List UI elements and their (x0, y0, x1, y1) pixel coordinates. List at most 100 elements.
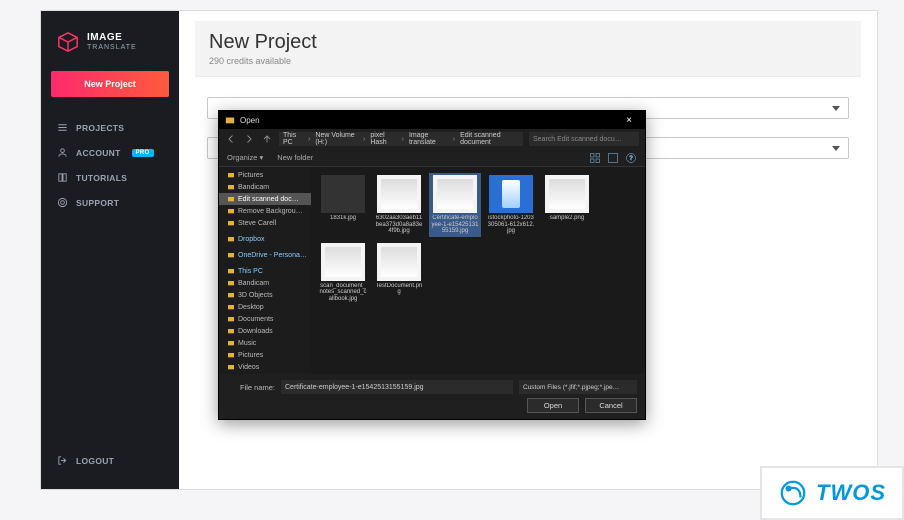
nav-up-button[interactable] (261, 133, 273, 145)
dialog-titlebar: Open × (219, 111, 645, 129)
file-thumbnail (321, 175, 365, 213)
nav-item-account[interactable]: ACCOUNT PRO (41, 140, 179, 165)
tree-item[interactable]: This PC (219, 265, 311, 277)
tree-item-label: Downloads (238, 328, 273, 335)
cube-icon (227, 291, 235, 299)
open-button[interactable]: Open (527, 398, 579, 413)
new-folder-button[interactable]: New folder (277, 153, 313, 162)
nav-item-support[interactable]: SUPPORT (41, 190, 179, 215)
pc-icon (227, 267, 235, 275)
tree-item[interactable]: OneDrive - Persona… (219, 249, 311, 261)
tree-item[interactable]: Desktop (219, 301, 311, 313)
tree-item[interactable]: Bandicam (219, 181, 311, 193)
nav-forward-button[interactable] (243, 133, 255, 145)
file-item[interactable]: scan_document_notes_scanned_callbook.jpg (317, 241, 369, 305)
folder-icon (227, 219, 235, 227)
download-icon (227, 327, 235, 335)
tree-item[interactable]: Music (219, 337, 311, 349)
nav-label: LOGOUT (76, 456, 114, 466)
nav-label: ACCOUNT (76, 148, 121, 158)
help-button[interactable]: ? (625, 152, 637, 164)
file-thumbnail (489, 175, 533, 213)
folder-tree[interactable]: Pictures Bandicam Edit scanned doc… Remove … (219, 167, 311, 374)
cloud-icon (227, 251, 235, 259)
tree-item[interactable]: Steve Carell (219, 217, 311, 229)
dialog-close-button[interactable]: × (619, 115, 639, 126)
file-item[interactable]: 1831k.jpg (317, 173, 369, 237)
page-title: New Project (209, 31, 847, 54)
breadcrumb[interactable]: This PC New Volume (H:) pixel Hash Image… (279, 132, 523, 146)
file-item[interactable]: TestDocument.png (373, 241, 425, 305)
tree-item-label: Bandicam (238, 184, 269, 191)
file-item[interactable]: sample2.png (541, 173, 593, 237)
file-thumbnail (377, 175, 421, 213)
file-item[interactable]: Certificate-employee-1-e1542513155159.jp… (429, 173, 481, 237)
life-ring-icon (57, 197, 68, 208)
nav-back-button[interactable] (225, 133, 237, 145)
filetype-filter[interactable]: Custom Files (*.jfif;*.pjpeg;*.jpe… (519, 380, 637, 394)
breadcrumb-item[interactable]: New Volume (H:) (315, 132, 358, 146)
book-icon (57, 172, 68, 183)
tree-item[interactable]: Pictures (219, 169, 311, 181)
breadcrumb-item[interactable]: pixel Hash (370, 132, 396, 146)
brand-logo: IMAGE TRANSLATE (41, 31, 179, 71)
tree-item-label: OneDrive - Persona… (238, 252, 307, 259)
file-name-label: 1831k.jpg (330, 215, 356, 222)
nav-item-logout[interactable]: LOGOUT (41, 448, 179, 473)
tree-item-label: Pictures (238, 172, 263, 179)
video-icon (227, 363, 235, 371)
tree-item[interactable]: Documents (219, 313, 311, 325)
file-item[interactable]: istockphoto-1203305061-612x612.jpg (485, 173, 537, 237)
filename-input[interactable]: Certificate-employee-1-e1542513155159.jp… (281, 380, 513, 394)
file-open-dialog: Open × This PC New Volume (H:) pixel Has… (218, 110, 646, 420)
nav-label: PROJECTS (76, 123, 124, 133)
file-thumbnail (321, 243, 365, 281)
tree-item-label: Music (238, 340, 256, 347)
tree-item[interactable]: 3D Objects (219, 289, 311, 301)
stack-icon (57, 122, 68, 133)
main-header: New Project 290 credits available (195, 21, 861, 77)
nav-item-projects[interactable]: PROJECTS (41, 115, 179, 140)
file-name-label: TestDocument.png (375, 283, 423, 296)
nav-item-tutorials[interactable]: TUTORIALS (41, 165, 179, 190)
file-item[interactable]: 6302aa303aeb11bea373d0a8a83e4f9b.jpg (373, 173, 425, 237)
organize-menu[interactable]: Organize ▾ (227, 153, 263, 162)
account-badge: PRO (132, 149, 154, 157)
tree-item-label: Bandicam (238, 280, 269, 287)
nav-label: SUPPORT (76, 198, 119, 208)
tree-item-label: Remove Backgrou… (238, 208, 303, 215)
desktop-icon (227, 303, 235, 311)
dialog-title: Open (240, 116, 619, 125)
view-layout-button[interactable] (589, 152, 601, 164)
picture-icon (227, 351, 235, 359)
tree-item[interactable]: Bandicam (219, 277, 311, 289)
user-icon (57, 147, 68, 158)
svg-text:?: ? (629, 156, 633, 162)
breadcrumb-item[interactable]: This PC (283, 132, 303, 146)
breadcrumb-item[interactable]: Image translate (409, 132, 448, 146)
tree-item[interactable]: Downloads (219, 325, 311, 337)
credits-subtitle: 290 credits available (209, 56, 847, 66)
file-name-label: scan_document_notes_scanned_callbook.jpg (319, 283, 367, 303)
view-options-button[interactable] (607, 152, 619, 164)
tree-item[interactable]: Videos (219, 361, 311, 373)
tree-item[interactable]: Edit scanned doc… (219, 193, 311, 205)
nav-bottom: LOGOUT (41, 448, 179, 489)
twos-icon (778, 478, 808, 508)
tree-item[interactable]: Dropbox (219, 233, 311, 245)
tree-item[interactable]: Remove Backgrou… (219, 205, 311, 217)
new-project-button[interactable]: New Project (51, 71, 169, 97)
cancel-button[interactable]: Cancel (585, 398, 637, 413)
tree-item-label: Documents (238, 316, 273, 323)
nav-label: TUTORIALS (76, 173, 127, 183)
breadcrumb-item[interactable]: Edit scanned document (460, 132, 519, 146)
tree-item-label: 3D Objects (238, 292, 273, 299)
search-input[interactable]: Search Edit scanned docu… (529, 132, 639, 146)
music-icon (227, 339, 235, 347)
tree-item-label: Edit scanned doc… (238, 196, 299, 203)
tree-item[interactable]: Pictures (219, 349, 311, 361)
file-grid[interactable]: 1831k.jpg 6302aa303aeb11bea373d0a8a83e4f9… (311, 167, 645, 374)
file-name-label: istockphoto-1203305061-612x612.jpg (487, 215, 535, 235)
tree-item-label: Videos (238, 364, 259, 371)
logout-icon (57, 455, 68, 466)
